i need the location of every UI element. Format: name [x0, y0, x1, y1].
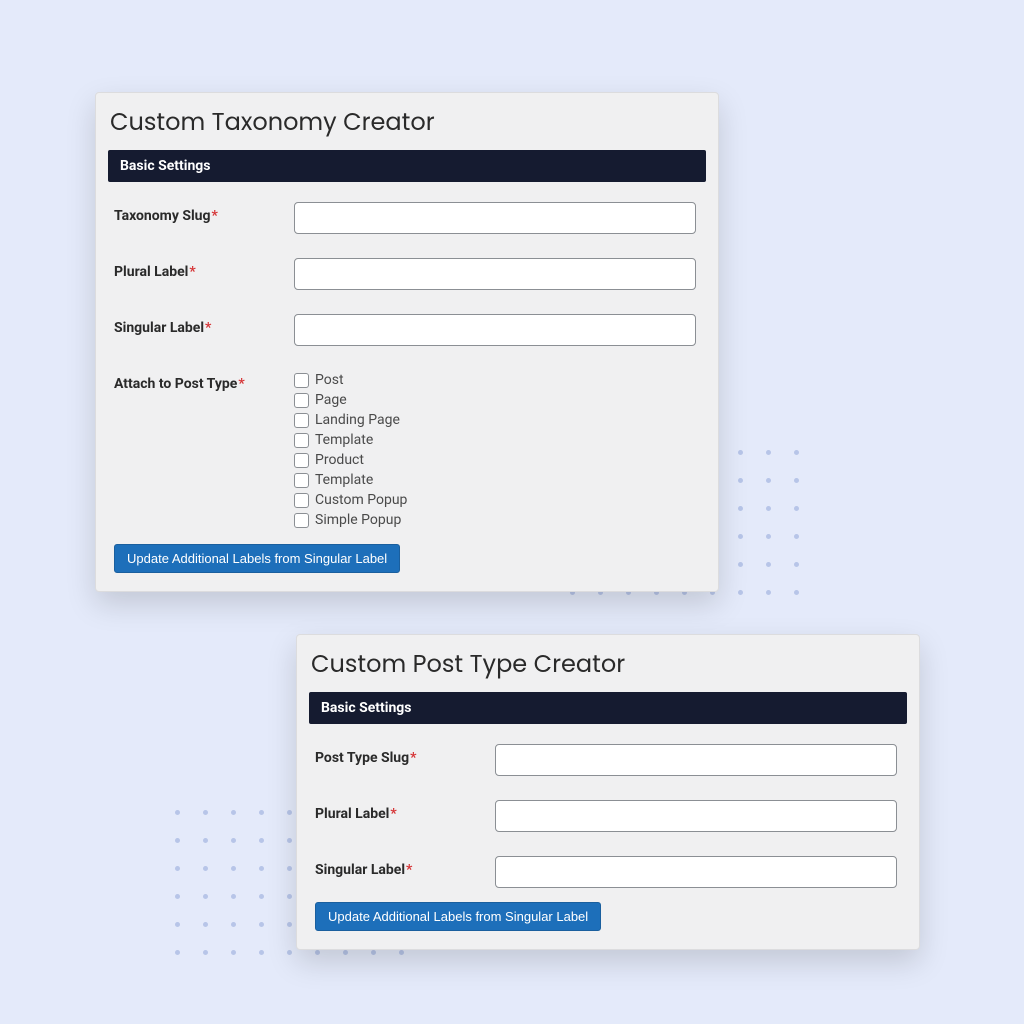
taxonomy-creator-card: Custom Taxonomy Creator Basic Settings T…: [95, 92, 719, 592]
checkbox-icon[interactable]: [294, 373, 309, 388]
attach-option-template-2[interactable]: Template: [294, 470, 407, 490]
posttype-form: Post Type Slug* Plural Label* Singular L…: [309, 724, 907, 935]
attach-option-product[interactable]: Product: [294, 450, 407, 470]
taxonomy-card-title: Custom Taxonomy Creator: [110, 105, 706, 140]
posttype-plural-label: Plural Label*: [315, 800, 495, 822]
taxonomy-plural-input[interactable]: [294, 258, 696, 290]
required-asterisk: *: [212, 208, 218, 224]
taxonomy-section-header: Basic Settings: [108, 150, 706, 182]
checkbox-icon[interactable]: [294, 413, 309, 428]
required-asterisk: *: [410, 750, 416, 766]
taxonomy-form: Taxonomy Slug* Plural Label* Singular La…: [108, 182, 706, 577]
taxonomy-plural-label: Plural Label*: [114, 258, 294, 280]
posttype-singular-row: Singular Label*: [315, 856, 897, 888]
posttype-card-title: Custom Post Type Creator: [311, 647, 907, 682]
posttype-plural-input[interactable]: [495, 800, 897, 832]
required-asterisk: *: [406, 862, 412, 878]
posttype-slug-row: Post Type Slug*: [315, 744, 897, 776]
required-asterisk: *: [390, 806, 396, 822]
taxonomy-attach-label: Attach to Post Type*: [114, 370, 294, 392]
posttype-singular-input[interactable]: [495, 856, 897, 888]
taxonomy-plural-row: Plural Label*: [114, 258, 696, 290]
taxonomy-singular-label: Singular Label*: [114, 314, 294, 336]
taxonomy-singular-row: Singular Label*: [114, 314, 696, 346]
taxonomy-slug-row: Taxonomy Slug*: [114, 202, 696, 234]
attach-option-page[interactable]: Page: [294, 390, 407, 410]
checkbox-icon[interactable]: [294, 393, 309, 408]
taxonomy-slug-input[interactable]: [294, 202, 696, 234]
attach-option-post[interactable]: Post: [294, 370, 407, 390]
attach-option-custom-popup[interactable]: Custom Popup: [294, 490, 407, 510]
checkbox-icon[interactable]: [294, 513, 309, 528]
checkbox-icon[interactable]: [294, 493, 309, 508]
required-asterisk: *: [189, 264, 195, 280]
post-type-creator-card: Custom Post Type Creator Basic Settings …: [296, 634, 920, 950]
taxonomy-slug-label: Taxonomy Slug*: [114, 202, 294, 224]
taxonomy-attach-row: Attach to Post Type* Post Page Landing P…: [114, 370, 696, 530]
checkbox-icon[interactable]: [294, 453, 309, 468]
posttype-update-labels-button[interactable]: Update Additional Labels from Singular L…: [315, 902, 601, 931]
attach-option-simple-popup[interactable]: Simple Popup: [294, 510, 407, 530]
posttype-singular-label: Singular Label*: [315, 856, 495, 878]
required-asterisk: *: [238, 376, 244, 392]
checkbox-icon[interactable]: [294, 473, 309, 488]
checkbox-icon[interactable]: [294, 433, 309, 448]
attach-post-type-list: Post Page Landing Page Template Product …: [294, 370, 407, 530]
taxonomy-singular-input[interactable]: [294, 314, 696, 346]
posttype-slug-label: Post Type Slug*: [315, 744, 495, 766]
attach-option-landing-page[interactable]: Landing Page: [294, 410, 407, 430]
taxonomy-update-labels-button[interactable]: Update Additional Labels from Singular L…: [114, 544, 400, 573]
posttype-slug-input[interactable]: [495, 744, 897, 776]
posttype-plural-row: Plural Label*: [315, 800, 897, 832]
posttype-section-header: Basic Settings: [309, 692, 907, 724]
attach-option-template[interactable]: Template: [294, 430, 407, 450]
required-asterisk: *: [205, 320, 211, 336]
